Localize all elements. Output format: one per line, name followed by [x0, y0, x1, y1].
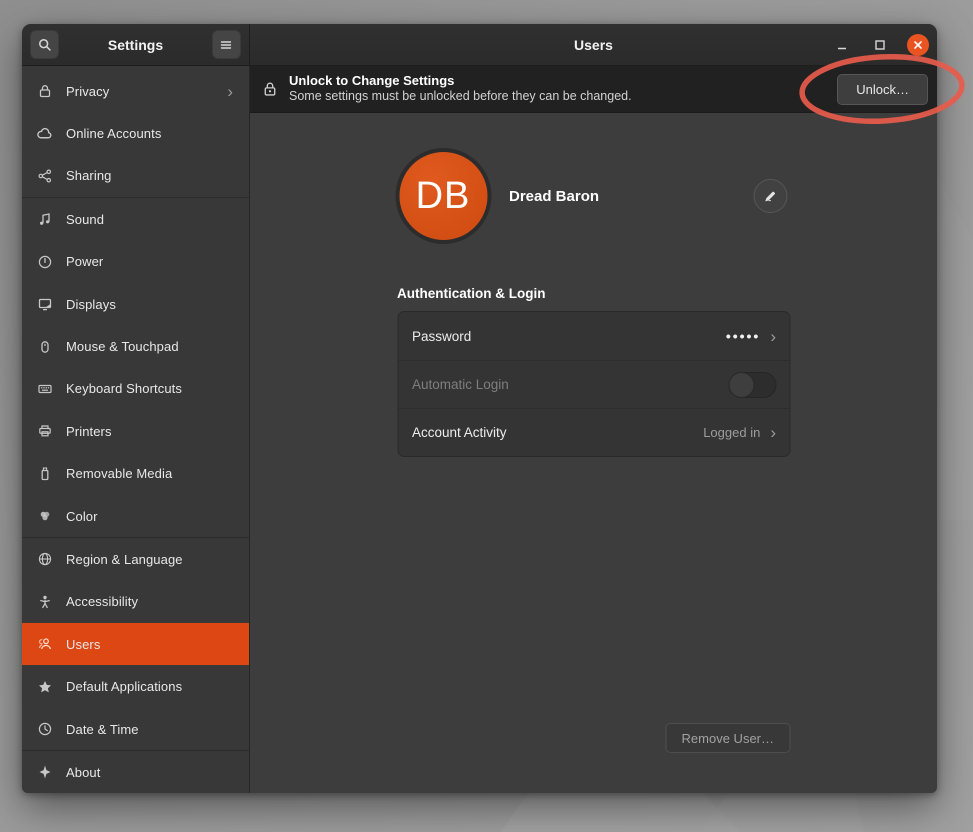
settings-title: Settings: [108, 37, 163, 53]
pencil-icon: [763, 189, 778, 204]
auth-login-card: Password ••••• › Automatic Login Account…: [397, 311, 790, 457]
main-panel: Unlock to Change Settings Some settings …: [250, 66, 937, 793]
music-note-icon: [36, 211, 53, 228]
keyboard-icon: [36, 380, 53, 397]
toggle-knob: [728, 372, 754, 398]
automatic-login-toggle[interactable]: [728, 372, 776, 398]
sidebar-item-printers[interactable]: Printers: [22, 410, 249, 452]
sidebar-item-label: About: [66, 765, 237, 780]
avatar[interactable]: DB: [399, 152, 487, 240]
printer-icon: [36, 423, 53, 440]
sidebar-item-default-applications[interactable]: Default Applications: [22, 665, 249, 707]
search-button[interactable]: [30, 30, 59, 59]
window-controls: [831, 34, 929, 56]
hamburger-icon: [218, 37, 234, 53]
content-header: Users: [250, 24, 937, 65]
sidebar-item-label: Color: [66, 509, 237, 524]
sidebar-item-displays[interactable]: Displays: [22, 283, 249, 325]
sidebar-item-label: Removable Media: [66, 466, 237, 481]
search-icon: [37, 37, 53, 53]
close-icon: [912, 39, 924, 51]
unlock-banner: Unlock to Change Settings Some settings …: [250, 66, 937, 113]
sidebar-item-label: Keyboard Shortcuts: [66, 381, 237, 396]
sidebar: Privacy › Online Accounts Sharing Sound …: [22, 66, 250, 793]
usb-drive-icon: [36, 465, 53, 482]
sidebar-item-label: Mouse & Touchpad: [66, 339, 237, 354]
section-title: Authentication & Login: [397, 286, 790, 301]
sidebar-item-users[interactable]: Users: [22, 623, 249, 665]
sidebar-item-mouse-touchpad[interactable]: Mouse & Touchpad: [22, 325, 249, 367]
avatar-initials: DB: [416, 175, 471, 218]
display-icon: [36, 296, 53, 313]
password-label: Password: [412, 329, 716, 344]
users-content: DB Dread Baron Authentication & Login Pa…: [250, 113, 937, 793]
sidebar-item-label: Default Applications: [66, 679, 237, 694]
sidebar-item-label: Online Accounts: [66, 126, 237, 141]
banner-title: Unlock to Change Settings: [289, 73, 827, 89]
lock-icon: [261, 80, 279, 98]
sidebar-item-color[interactable]: Color: [22, 495, 249, 537]
color-icon: [36, 508, 53, 525]
star-icon: [36, 678, 53, 695]
sidebar-item-region-language[interactable]: Region & Language: [22, 538, 249, 580]
remove-user-button[interactable]: Remove User…: [666, 723, 790, 753]
users-icon: [36, 636, 53, 653]
sidebar-item-removable-media[interactable]: Removable Media: [22, 453, 249, 495]
settings-window: Settings Users: [22, 24, 937, 793]
close-button[interactable]: [907, 34, 929, 56]
account-activity-label: Account Activity: [412, 425, 693, 440]
sidebar-item-accessibility[interactable]: Accessibility: [22, 581, 249, 623]
sidebar-item-label: Accessibility: [66, 594, 237, 609]
password-dots: •••••: [726, 328, 761, 344]
share-icon: [36, 167, 53, 184]
sidebar-item-sharing[interactable]: Sharing: [22, 155, 249, 197]
chevron-right-icon: ›: [227, 83, 237, 100]
sidebar-item-label: Date & Time: [66, 722, 237, 737]
account-activity-value: Logged in: [703, 425, 760, 440]
account-activity-row[interactable]: Account Activity Logged in ›: [398, 408, 789, 456]
sidebar-item-label: Users: [66, 637, 237, 652]
mouse-icon: [36, 338, 53, 355]
unlock-button[interactable]: Unlock…: [837, 74, 928, 105]
power-icon: [36, 253, 53, 270]
maximize-button[interactable]: [869, 34, 891, 56]
edit-name-button[interactable]: [753, 179, 787, 213]
accessibility-icon: [36, 593, 53, 610]
sidebar-item-about[interactable]: About: [22, 751, 249, 793]
maximize-icon: [873, 38, 887, 52]
banner-subtitle: Some settings must be unlocked before th…: [289, 89, 827, 105]
menu-button[interactable]: [212, 30, 241, 59]
automatic-login-label: Automatic Login: [412, 377, 718, 392]
sidebar-item-label: Region & Language: [66, 552, 237, 567]
sidebar-item-label: Displays: [66, 297, 237, 312]
clock-icon: [36, 721, 53, 738]
sidebar-item-label: Sound: [66, 212, 237, 227]
sidebar-item-keyboard-shortcuts[interactable]: Keyboard Shortcuts: [22, 368, 249, 410]
titlebar: Settings Users: [22, 24, 937, 66]
sidebar-item-label: Printers: [66, 424, 237, 439]
banner-text: Unlock to Change Settings Some settings …: [289, 73, 827, 105]
sidebar-header: Settings: [22, 24, 250, 65]
sidebar-item-label: Privacy: [66, 84, 214, 99]
cloud-icon: [36, 125, 53, 142]
minimize-button[interactable]: [831, 34, 853, 56]
globe-icon: [36, 551, 53, 568]
sidebar-item-power[interactable]: Power: [22, 241, 249, 283]
sidebar-item-online-accounts[interactable]: Online Accounts: [22, 112, 249, 154]
chevron-right-icon: ›: [770, 424, 776, 441]
sparkle-icon: [36, 764, 53, 781]
automatic-login-row: Automatic Login: [398, 360, 789, 408]
sidebar-item-label: Power: [66, 254, 237, 269]
sidebar-item-label: Sharing: [66, 168, 237, 183]
minimize-icon: [835, 38, 849, 52]
sidebar-item-privacy[interactable]: Privacy ›: [22, 70, 249, 112]
lock-icon: [36, 83, 53, 100]
password-row[interactable]: Password ••••• ›: [398, 312, 789, 360]
user-name: Dread Baron: [509, 188, 599, 205]
user-profile: DB Dread Baron: [397, 152, 790, 240]
sidebar-item-date-time[interactable]: Date & Time: [22, 708, 249, 750]
sidebar-item-sound[interactable]: Sound: [22, 198, 249, 240]
chevron-right-icon: ›: [770, 328, 776, 345]
